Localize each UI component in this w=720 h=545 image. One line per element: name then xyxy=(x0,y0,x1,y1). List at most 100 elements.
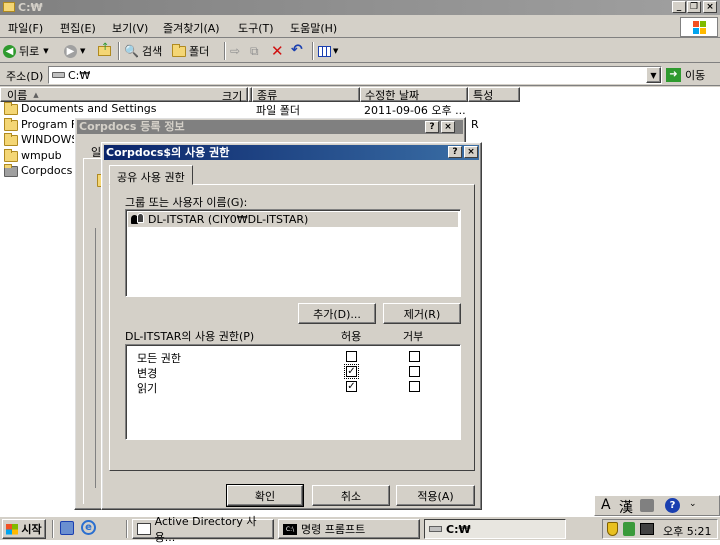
cancel-button[interactable]: 취소 xyxy=(312,485,390,506)
menu-file[interactable]: 파일(F) xyxy=(8,20,43,36)
list-item[interactable]: DL-ITSTAR (CIY0₩DL-ITSTAR) xyxy=(128,212,458,227)
help-icon[interactable]: ? xyxy=(665,498,680,513)
permissions-help-button[interactable]: ? xyxy=(448,146,462,158)
go-button[interactable]: ➜ 이동 xyxy=(666,66,718,84)
menu-favorites[interactable]: 즐겨찾기(A) xyxy=(163,20,220,36)
allow-header: 허용 xyxy=(341,330,362,343)
properties-title: Corpdocs 등록 정보 xyxy=(79,120,185,133)
task-command-prompt[interactable]: C:\ 명령 프롬프트 xyxy=(278,519,420,539)
permissions-dialog: Corpdocs$의 사용 권한 ? × 공유 사용 권한 그룹 또는 사용자 … xyxy=(101,142,482,510)
clock[interactable]: 오후 5:21 xyxy=(663,523,711,539)
read-deny-checkbox[interactable] xyxy=(409,381,420,392)
windows-flag-icon xyxy=(6,523,19,535)
folder-icon xyxy=(4,101,18,115)
menu-edit[interactable]: 편집(E) xyxy=(60,20,96,36)
menu-tools[interactable]: 도구(T) xyxy=(238,20,274,36)
langbar-options-icon[interactable]: ⌄ xyxy=(689,499,697,509)
sort-ascending-icon: ▲ xyxy=(33,90,39,99)
change-allow-checkbox[interactable]: ✓ xyxy=(346,366,357,377)
address-bar: 주소(D) C:₩ ▼ ➜ 이동 xyxy=(0,64,720,86)
file-name: Documents and Settings xyxy=(21,102,157,115)
move-to-icon[interactable]: ⇨ xyxy=(230,44,240,58)
views-dropdown-icon: ▼ xyxy=(333,47,339,55)
change-deny-checkbox[interactable] xyxy=(409,366,420,377)
search-icon: 🔍 xyxy=(124,44,139,58)
up-folder-button[interactable]: ↑ xyxy=(96,42,114,60)
user-list[interactable]: DL-ITSTAR (CIY0₩DL-ITSTAR) xyxy=(125,209,461,297)
tab-share-permissions[interactable]: 공유 사용 권한 xyxy=(109,165,193,185)
task-active-directory[interactable]: Active Directory 사용... xyxy=(132,515,274,544)
column-header-name[interactable]: 이름 ▲ xyxy=(0,87,248,102)
menu-help[interactable]: 도움말(H) xyxy=(290,20,337,36)
attribute-value: R xyxy=(471,118,479,131)
ime-pad-icon[interactable] xyxy=(640,499,654,512)
ok-button[interactable]: 확인 xyxy=(226,484,304,507)
back-arrow-icon: ◀ xyxy=(3,44,16,58)
column-header-row: 이름 ▲ 크기 종류 수정한 날짜 특성 xyxy=(0,87,720,103)
views-icon xyxy=(318,45,331,57)
go-arrow-icon: ➜ xyxy=(666,68,681,82)
table-row[interactable]: wmpub xyxy=(4,148,84,164)
column-header-type[interactable]: 종류 xyxy=(252,87,360,102)
network-icon[interactable] xyxy=(623,522,635,536)
table-row[interactable]: WINDOWS xyxy=(4,132,84,148)
permissions-title-bar[interactable]: Corpdocs$의 사용 권한 ? × xyxy=(104,145,479,160)
system-tray: 오후 5:21 xyxy=(602,519,718,539)
search-button[interactable]: 🔍 검색 xyxy=(124,42,170,60)
permission-row: 읽기 ✓ xyxy=(126,379,456,395)
column-header-modified[interactable]: 수정한 날짜 xyxy=(360,87,468,102)
permission-row: 모든 권한 xyxy=(126,349,456,365)
properties-help-button[interactable]: ? xyxy=(425,121,439,133)
remove-button[interactable]: 제거(R) xyxy=(383,303,461,324)
system-monitor-icon[interactable] xyxy=(640,523,654,535)
task-explorer-c[interactable]: C:₩ xyxy=(424,519,566,539)
address-value: C:₩ xyxy=(68,69,91,82)
start-button[interactable]: 시작 xyxy=(2,519,46,539)
back-button[interactable]: ◀ 뒤로 ▼ xyxy=(3,42,61,60)
permissions-close-button[interactable]: × xyxy=(464,146,478,158)
folders-button[interactable]: 폴더 xyxy=(172,42,220,60)
views-button[interactable]: ▼ xyxy=(318,43,344,59)
file-type: 파일 폴더 xyxy=(256,104,300,117)
full-control-deny-checkbox[interactable] xyxy=(409,351,420,362)
read-allow-checkbox[interactable]: ✓ xyxy=(346,381,357,392)
add-button[interactable]: 추가(D)... xyxy=(298,303,376,324)
copy-to-icon[interactable]: ⧉ xyxy=(250,44,259,59)
forward-button[interactable]: ▶ ▼ xyxy=(64,42,92,60)
address-input[interactable]: C:₩ ▼ xyxy=(48,66,662,84)
column-header-attributes[interactable]: 특성 xyxy=(468,87,520,102)
undo-icon[interactable]: ↶ xyxy=(291,42,303,58)
apply-button[interactable]: 적용(A) xyxy=(396,485,475,506)
drive-icon xyxy=(52,72,65,78)
taskbar-separator xyxy=(126,520,128,538)
permission-row: 변경 ✓ xyxy=(126,364,456,380)
input-mode-a[interactable]: A xyxy=(601,497,611,513)
properties-title-bar[interactable]: Corpdocs 등록 정보 ? × xyxy=(77,120,463,134)
back-dropdown-icon: ▼ xyxy=(43,47,49,55)
table-row[interactable]: Program F xyxy=(4,117,84,133)
close-button[interactable]: × xyxy=(703,1,717,13)
internet-explorer-icon[interactable]: e xyxy=(81,520,96,535)
full-control-allow-checkbox[interactable] xyxy=(346,351,357,362)
permissions-list: 모든 권한 변경 ✓ 읽기 ✓ xyxy=(125,344,461,440)
restore-button[interactable]: ❐ xyxy=(687,1,701,13)
security-shield-icon[interactable] xyxy=(607,522,618,536)
permissions-title: Corpdocs$의 사용 권한 xyxy=(106,146,230,159)
table-row[interactable]: Documents and Settings 파일 폴더 2011-09-06 … xyxy=(4,101,524,117)
menu-view[interactable]: 보기(V) xyxy=(112,20,148,36)
delete-icon[interactable]: ✕ xyxy=(271,42,284,60)
show-desktop-icon[interactable] xyxy=(60,521,74,535)
address-dropdown-button[interactable]: ▼ xyxy=(646,67,661,83)
file-name: Corpdocs xyxy=(21,164,73,177)
table-row-selected[interactable]: Corpdocs xyxy=(4,163,76,179)
minimize-button[interactable]: _ xyxy=(672,1,686,13)
taskbar-separator xyxy=(52,520,54,538)
user-name: DL-ITSTAR (CIY0₩DL-ITSTAR) xyxy=(148,213,309,226)
properties-close-button[interactable]: × xyxy=(441,121,455,133)
hanja-icon[interactable]: 漢 xyxy=(619,497,633,517)
back-label: 뒤로 xyxy=(19,45,40,58)
window-title: C:₩ xyxy=(18,1,43,14)
explorer-title-bar[interactable]: C:₩ _ ❐ × xyxy=(0,0,720,15)
folder-icon xyxy=(3,2,15,12)
cmd-icon: C:\ xyxy=(283,523,297,535)
